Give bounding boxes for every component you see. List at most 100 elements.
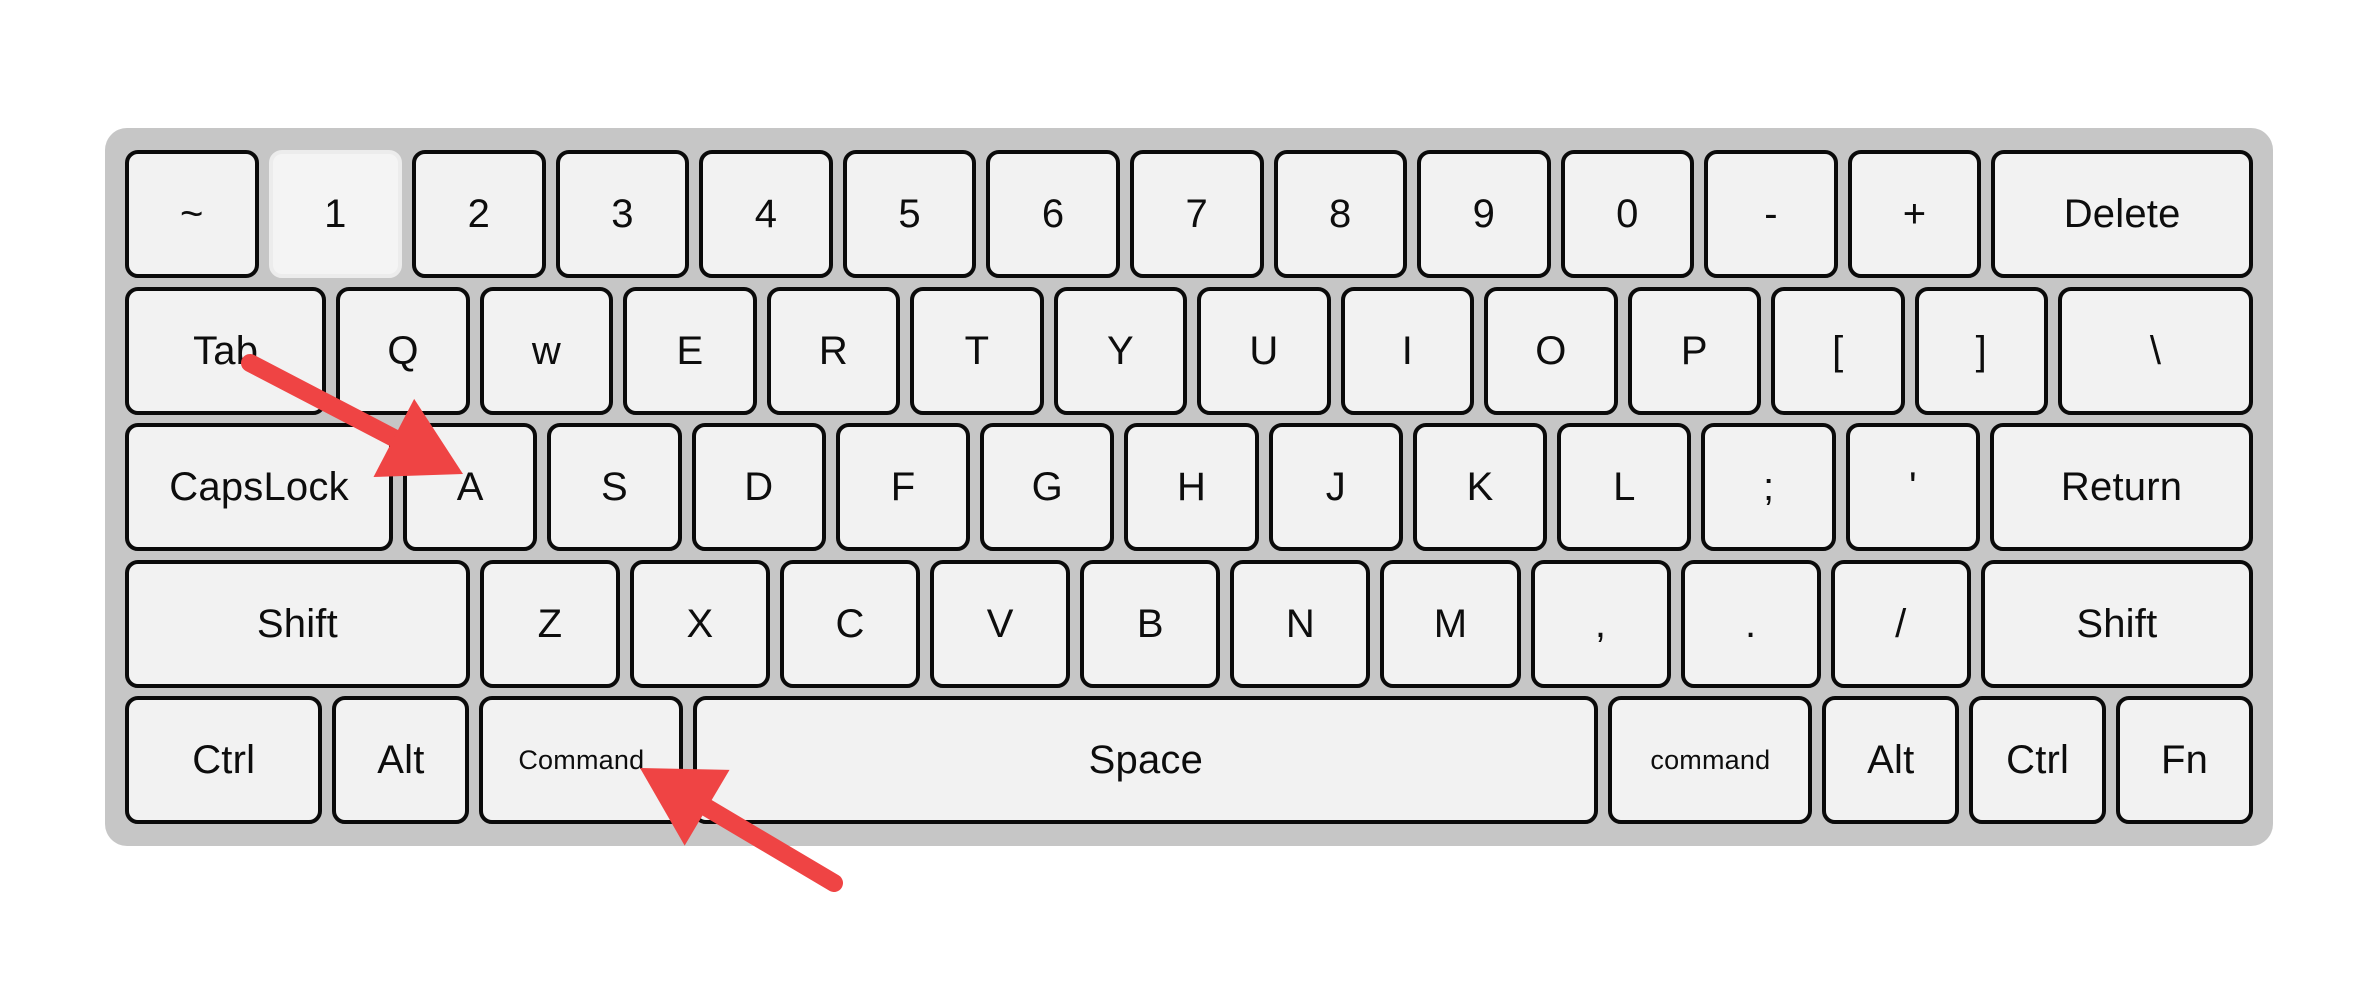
key-symbol[interactable]: , — [1530, 559, 1671, 688]
key-tab[interactable]: Tab — [125, 286, 327, 415]
key-label: H — [1177, 465, 1207, 509]
key-label: . — [1744, 601, 1757, 646]
key-0[interactable]: 0 — [1560, 150, 1695, 278]
key-7[interactable]: 7 — [1129, 150, 1264, 278]
key-label: O — [1535, 328, 1567, 373]
key-return[interactable]: Return — [1990, 423, 2254, 551]
key-u[interactable]: U — [1197, 286, 1331, 415]
key-g[interactable]: G — [980, 423, 1115, 551]
key-label: Q — [387, 328, 419, 373]
key-2[interactable]: 2 — [412, 150, 546, 278]
key-label: Command — [518, 744, 645, 775]
key-k[interactable]: K — [1412, 423, 1548, 551]
key-label: , — [1594, 601, 1607, 646]
key-v[interactable]: V — [930, 559, 1071, 688]
key-command[interactable]: Command — [479, 696, 684, 824]
key-shift[interactable]: Shift — [1980, 559, 2253, 688]
key-label: A — [456, 465, 484, 509]
key-label: Alt — [377, 738, 425, 782]
key-label: E — [676, 328, 704, 373]
key-symbol[interactable]: ' — [1845, 423, 1981, 551]
key-space[interactable]: Space — [693, 696, 1599, 824]
key-y[interactable]: Y — [1053, 286, 1188, 415]
key-6[interactable]: 6 — [986, 150, 1120, 278]
key-capslock[interactable]: CapsLock — [125, 423, 394, 551]
key-4[interactable]: 4 — [699, 150, 833, 278]
key-j[interactable]: J — [1268, 423, 1403, 551]
key-label: 1 — [324, 192, 347, 236]
key-label: + — [1902, 192, 1927, 236]
key-label: Tab — [193, 328, 259, 373]
key-label: ; — [1762, 465, 1775, 509]
key-label: K — [1466, 465, 1494, 509]
key-delete[interactable]: Delete — [1991, 150, 2253, 278]
key-label: L — [1613, 465, 1636, 509]
key-symbol[interactable]: - — [1704, 150, 1838, 278]
key-symbol[interactable]: . — [1680, 559, 1821, 688]
key-shift[interactable]: Shift — [125, 559, 470, 688]
key-d[interactable]: D — [691, 423, 826, 551]
key-p[interactable]: P — [1627, 286, 1762, 415]
key-3[interactable]: 3 — [555, 150, 690, 278]
key-alt[interactable]: Alt — [332, 696, 470, 824]
key-label: Ctrl — [2006, 738, 2070, 782]
key-label: V — [986, 601, 1014, 646]
key-q[interactable]: Q — [336, 286, 470, 415]
key-label: \ — [2149, 328, 2162, 373]
key-ctrl[interactable]: Ctrl — [125, 696, 323, 824]
key-w[interactable]: w — [479, 286, 614, 415]
key-x[interactable]: X — [629, 559, 771, 688]
key-label: P — [1680, 328, 1708, 373]
key-t[interactable]: T — [910, 286, 1044, 415]
key-label: Shift — [256, 601, 338, 646]
key-alt[interactable]: Alt — [1822, 696, 1960, 824]
key-ctrl[interactable]: Ctrl — [1969, 696, 2107, 824]
key-e[interactable]: E — [623, 286, 757, 415]
key-fn[interactable]: Fn — [2116, 696, 2253, 824]
key-i[interactable]: I — [1340, 286, 1475, 415]
key-label: 9 — [1472, 192, 1496, 236]
key-label: D — [744, 465, 774, 509]
key-symbol[interactable]: ; — [1701, 423, 1836, 551]
key-label: J — [1325, 465, 1346, 509]
key-symbol[interactable]: ] — [1914, 286, 2049, 415]
key-c[interactable]: C — [780, 559, 921, 688]
key-z[interactable]: Z — [479, 559, 620, 688]
key-h[interactable]: H — [1124, 423, 1259, 551]
key-label: F — [890, 465, 916, 509]
key-label: M — [1433, 601, 1468, 646]
key-label: Return — [2060, 465, 2183, 509]
keyboard: ~1 2 3 4 5 6 7 8 9 0 - + Delete Tab Qw E R T Y U I O P [] \ Cap… — [105, 128, 2273, 846]
key-b[interactable]: B — [1080, 559, 1221, 688]
key-label: ~ — [180, 192, 204, 236]
key-label: C — [835, 601, 865, 646]
key-m[interactable]: M — [1380, 559, 1521, 688]
key-label: N — [1285, 601, 1315, 646]
screenshot-canvas: ~1 2 3 4 5 6 7 8 9 0 - + Delete Tab Qw E R T Y U I O P [] \ Cap… — [0, 0, 2378, 990]
key-label: U — [1249, 328, 1279, 373]
key-a[interactable]: A — [403, 423, 538, 551]
key-symbol[interactable]: [ — [1771, 286, 1905, 415]
key-symbol[interactable]: / — [1830, 559, 1971, 688]
key-l[interactable]: L — [1557, 423, 1692, 551]
key-symbol[interactable]: + — [1847, 150, 1982, 278]
key-9[interactable]: 9 — [1417, 150, 1551, 278]
key-f[interactable]: F — [835, 423, 971, 551]
key-n[interactable]: N — [1230, 559, 1371, 688]
key-label: / — [1895, 601, 1907, 646]
key-command[interactable]: command — [1608, 696, 1813, 824]
key-8[interactable]: 8 — [1273, 150, 1408, 278]
key-label: 2 — [467, 192, 491, 236]
key-label: Space — [1088, 738, 1204, 782]
key-label: R — [818, 328, 848, 373]
key-5[interactable]: 5 — [842, 150, 977, 278]
key-label: Delete — [2063, 192, 2181, 236]
key-symbol[interactable]: \ — [2058, 286, 2254, 415]
key-symbol[interactable]: ~ — [125, 150, 259, 278]
key-1[interactable]: 1 — [268, 150, 403, 278]
key-o[interactable]: O — [1484, 286, 1618, 415]
key-label: 8 — [1329, 192, 1352, 236]
key-s[interactable]: S — [547, 423, 682, 551]
key-label: [ — [1832, 328, 1844, 373]
key-r[interactable]: R — [766, 286, 901, 415]
